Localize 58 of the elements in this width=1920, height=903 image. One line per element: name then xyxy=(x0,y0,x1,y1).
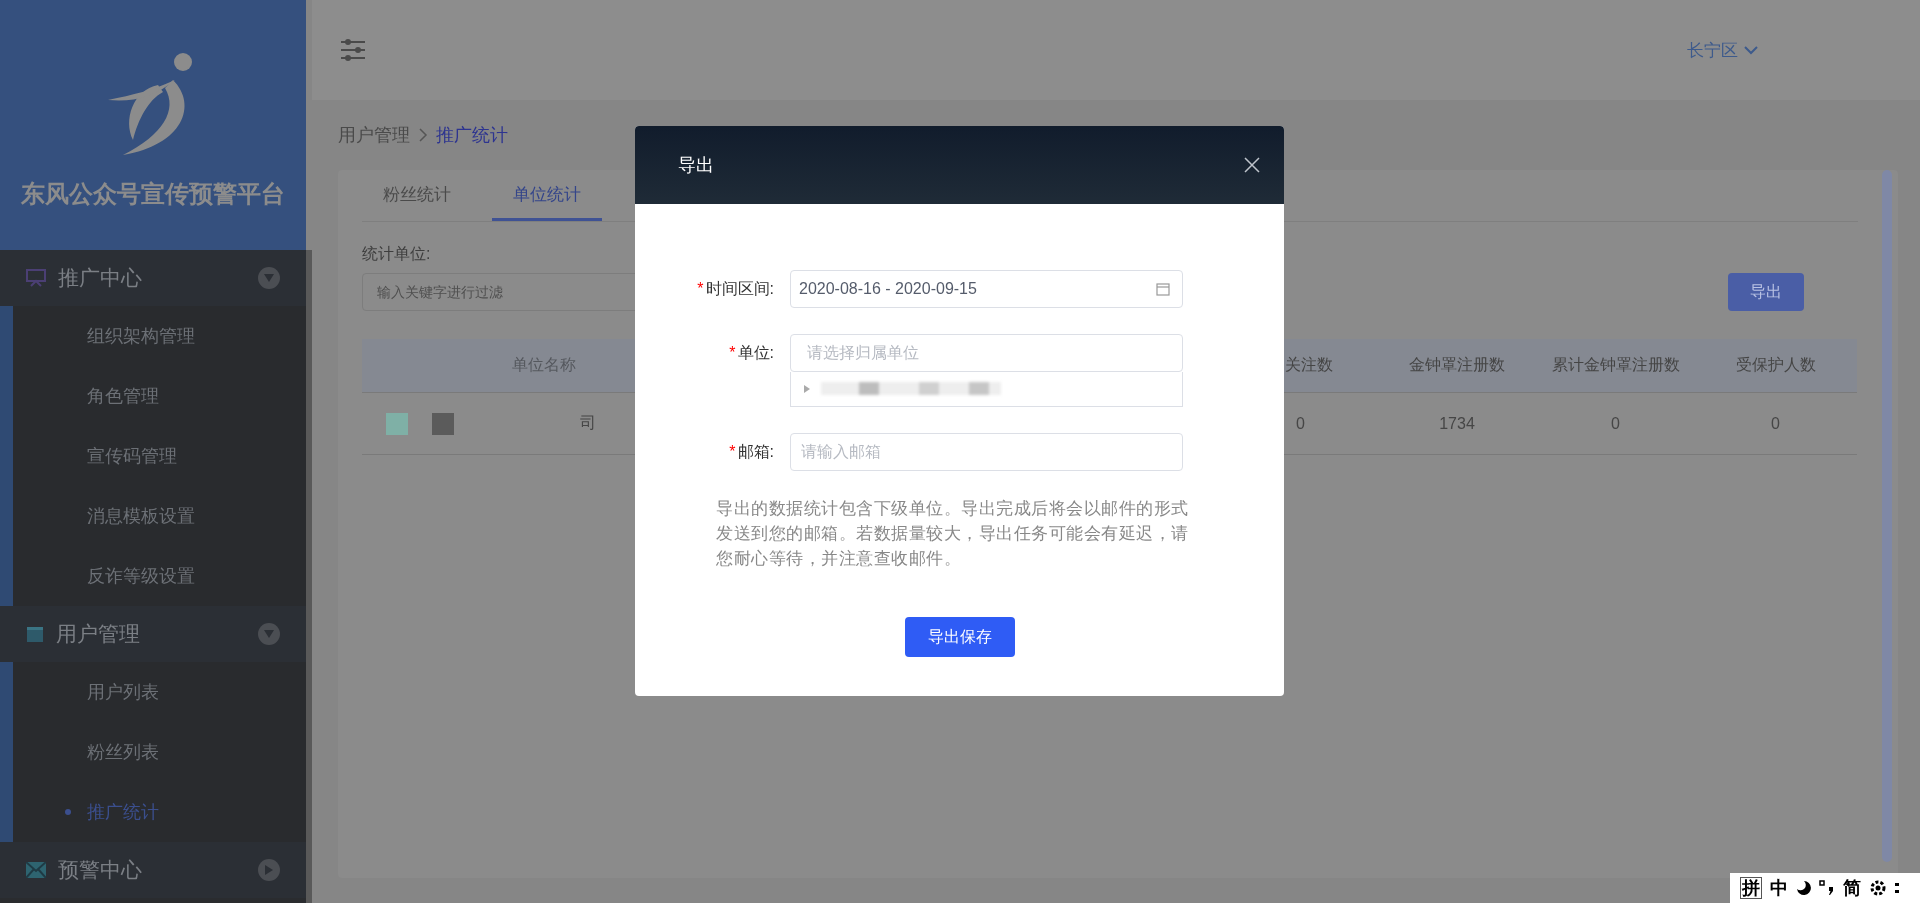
app-title: 东风公众号宣传预警平台 xyxy=(21,179,285,209)
filter-label: 统计单位: xyxy=(362,244,432,264)
menu-group[interactable]: 推广中心 xyxy=(0,250,306,306)
settings-sliders-icon[interactable] xyxy=(340,38,366,62)
menu-item[interactable]: 推广统计 xyxy=(13,782,306,842)
close-icon xyxy=(1244,157,1260,173)
table-cell: 1734 xyxy=(1377,393,1537,455)
more-icon[interactable] xyxy=(1894,881,1900,895)
calendar-icon xyxy=(1156,282,1170,296)
menu-group[interactable]: 预警中心 xyxy=(0,842,306,898)
redacted-block xyxy=(386,412,408,435)
unit-select-field[interactable]: 请选择归属单位 xyxy=(790,334,1183,372)
menu-group-label: 用户管理 xyxy=(56,621,141,647)
breadcrumb-link[interactable]: 用户管理 xyxy=(338,123,410,147)
field-label: *单位: xyxy=(728,343,775,363)
tab[interactable]: 粉丝统计 xyxy=(362,170,472,221)
scrollbar[interactable] xyxy=(1882,170,1892,862)
mail-icon xyxy=(26,862,46,878)
menu-item[interactable]: 粉丝列表 xyxy=(13,722,306,782)
column-header: 受保护人数 xyxy=(1694,339,1857,393)
chevron-down-icon xyxy=(1744,45,1758,55)
menu-group[interactable]: 用户管理 xyxy=(0,606,306,662)
region-dropdown[interactable]: 长宁区 xyxy=(1687,38,1758,62)
chevron-icon xyxy=(418,128,428,142)
menu-item[interactable]: 宣传码管理 xyxy=(13,426,306,486)
breadcrumb-link[interactable]: 推广统计 xyxy=(436,123,508,147)
column-header: 金钟罩注册数 xyxy=(1377,339,1537,393)
email-field[interactable]: 请输入邮箱 xyxy=(790,433,1183,471)
export-save-button[interactable]: 导出保存 xyxy=(904,617,1015,657)
menu-group-label: 预警中心 xyxy=(58,857,143,883)
input-mode-label[interactable]: 简 xyxy=(1842,878,1862,898)
input-mode-label[interactable]: 拼 xyxy=(1740,877,1762,899)
board-icon xyxy=(26,269,46,287)
column-header: 关注数 xyxy=(1284,339,1377,393)
export-note: 导出的数据统计包含下级单位。导出完成后将会以邮件的形式发送到您的邮箱。若数据量较大，导出任务可能会有延迟，请您耐心等待，并注意查收邮件。 xyxy=(716,498,1190,570)
moon-icon[interactable] xyxy=(1796,880,1812,896)
tab[interactable]: 单位统计 xyxy=(492,170,602,221)
calendar-icon xyxy=(26,625,44,643)
table-cell: 0 xyxy=(1694,393,1857,455)
date-range-field[interactable]: 2020-08-16 - 2020-09-15 xyxy=(790,270,1183,308)
punctuation-icon[interactable] xyxy=(1819,880,1835,896)
menu-item[interactable]: 组织架构管理 xyxy=(13,306,306,366)
export-button[interactable]: 导出 xyxy=(1728,273,1804,311)
redacted-block xyxy=(432,412,454,435)
menu-item[interactable]: 反诈等级设置 xyxy=(13,546,306,606)
menu-item[interactable]: 消息模板设置 xyxy=(13,486,306,546)
dialog-title: 导出 xyxy=(678,154,715,177)
column-header: 累计金钟罩注册数 xyxy=(1537,339,1694,393)
settings-icon[interactable] xyxy=(1869,879,1887,897)
field-label: *邮箱: xyxy=(728,442,775,462)
menu-item[interactable]: 角色管理 xyxy=(13,366,306,426)
menu-group-label: 推广中心 xyxy=(58,265,143,291)
field-label: *时间区间: xyxy=(696,279,775,299)
table-cell: 0 xyxy=(1537,393,1694,455)
input-mode-label[interactable]: 中 xyxy=(1769,878,1789,898)
table-cell: 司 xyxy=(362,393,635,455)
menu-item[interactable]: 用户列表 xyxy=(13,662,306,722)
tree-node[interactable] xyxy=(790,372,1183,407)
